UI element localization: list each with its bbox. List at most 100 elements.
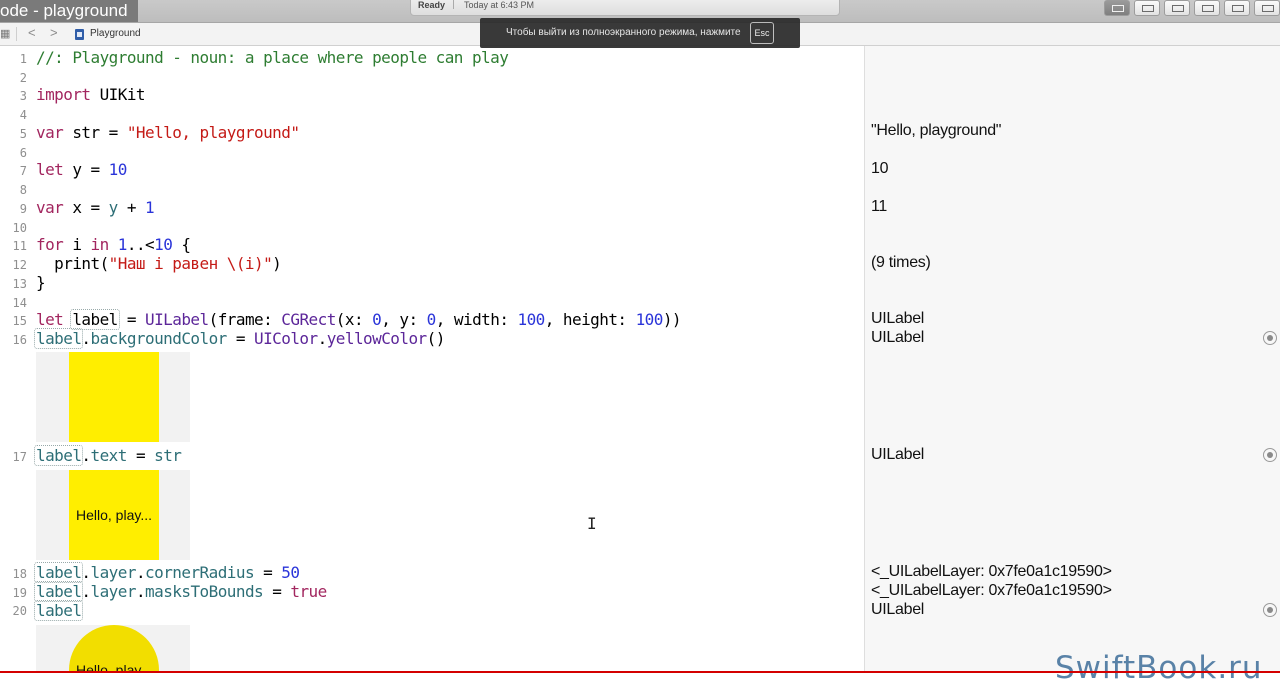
jump-bar-file-label[interactable]: Playground — [90, 28, 141, 39]
code-text: { — [172, 235, 191, 254]
code-line-1[interactable]: //: Playground - noun: a place where peo… — [36, 48, 509, 67]
result-value: "Hello, playground" — [871, 122, 1002, 139]
standard-editor-icon — [1112, 5, 1124, 12]
line-number: 18 — [12, 567, 27, 581]
result-value: 11 — [871, 198, 888, 215]
code-text: = — [263, 582, 291, 601]
line-number: 11 — [12, 239, 27, 253]
code-text: . — [135, 563, 146, 582]
result-value: (9 times) — [871, 254, 931, 271]
text-cursor-icon: I — [587, 514, 597, 533]
inline-result-preview[interactable] — [36, 352, 190, 442]
playground-file-icon — [75, 29, 84, 40]
navigator-toggle-button[interactable] — [1194, 0, 1220, 16]
line-number: 1 — [19, 52, 27, 66]
inline-result-preview[interactable]: Hello, play... — [36, 470, 190, 560]
code-text: + — [117, 198, 146, 217]
code-line-17[interactable]: label.text = str — [34, 445, 182, 466]
code-text: y = — [63, 160, 109, 179]
code-text: )) — [662, 310, 682, 329]
quicklook-icon[interactable] — [1263, 603, 1277, 617]
code-text: , y: — [381, 310, 427, 329]
type-name: UIColor — [254, 329, 318, 348]
code-text: (frame: — [208, 310, 282, 329]
number-literal: 1 — [145, 198, 155, 217]
activity-separator — [453, 0, 454, 9]
back-button[interactable]: < — [28, 26, 36, 40]
code-editor[interactable]: 1 2 3 4 5 6 7 8 9 10 11 12 13 14 15 16 1… — [0, 46, 864, 673]
code-line-18[interactable]: label.layer.cornerRadius = 50 — [34, 562, 300, 583]
code-text: = — [254, 563, 282, 582]
line-number: 5 — [19, 127, 27, 141]
number-literal: 10 — [154, 235, 173, 254]
result-value: UILabel — [871, 446, 925, 463]
result-value: UILabel — [871, 601, 925, 618]
line-number: 2 — [19, 71, 27, 85]
variable-label[interactable]: label — [34, 600, 84, 621]
standard-editor-button[interactable] — [1104, 0, 1130, 16]
yellow-label-text-preview: Hello, play... — [69, 470, 159, 560]
variable-label[interactable]: label — [34, 328, 84, 349]
property-name: backgroundColor — [90, 329, 228, 348]
code-line-11[interactable]: for i in 1..<10 { — [36, 235, 191, 254]
code-line-9[interactable]: var x = y + 1 — [36, 198, 155, 217]
results-sidebar: "Hello, playground" 10 11 (9 times) UILa… — [864, 46, 1280, 673]
variable-label[interactable]: label — [34, 581, 84, 602]
comment: //: Playground - noun: a place where peo… — [36, 48, 509, 67]
yellow-label-preview — [69, 352, 159, 442]
code-text: i — [63, 235, 91, 254]
activity-viewer: Ready Today at 6:43 PM — [410, 0, 840, 16]
version-editor-icon — [1172, 5, 1184, 12]
inline-result-preview[interactable]: Hello, play... — [36, 625, 190, 673]
code-line-20[interactable]: label — [34, 600, 84, 621]
property-name: layer — [90, 563, 137, 582]
assistant-editor-button[interactable] — [1134, 0, 1160, 16]
number-literal: 0 — [426, 310, 437, 329]
number-literal: 50 — [281, 563, 300, 582]
code-line-5[interactable]: var str = "Hello, playground" — [36, 123, 300, 142]
line-number: 13 — [12, 277, 27, 291]
property-name: text — [90, 446, 128, 465]
code-line-15[interactable]: let label = UILabel(frame: CGRect(x: 0, … — [36, 309, 682, 330]
code-line-7[interactable]: let y = 10 — [36, 160, 127, 179]
variable-ref: str — [154, 446, 182, 465]
line-number: 20 — [12, 604, 27, 618]
code-text: () — [426, 329, 446, 348]
code-text: . — [81, 329, 91, 348]
keyword: for — [36, 235, 64, 254]
keyword: var — [36, 123, 64, 142]
activity-time: Today at 6:43 PM — [464, 0, 535, 10]
variable-label[interactable]: label — [70, 309, 120, 330]
number-literal: 100 — [517, 310, 545, 329]
utilities-toggle-button[interactable] — [1254, 0, 1280, 16]
line-number: 19 — [12, 586, 27, 600]
debug-toggle-button[interactable] — [1224, 0, 1250, 16]
quicklook-icon[interactable] — [1263, 448, 1277, 462]
version-editor-button[interactable] — [1164, 0, 1190, 16]
toast-message: Чтобы выйти из полноэкранного режима, на… — [506, 27, 741, 38]
quicklook-icon[interactable] — [1263, 331, 1277, 345]
esc-key-badge: Esc — [750, 22, 774, 44]
code-line-13[interactable]: } — [36, 273, 46, 292]
number-literal: 100 — [635, 310, 664, 329]
yellow-circle-label-preview: Hello, play... — [69, 625, 159, 673]
variable-label[interactable]: label — [34, 445, 84, 466]
code-line-19[interactable]: label.layer.masksToBounds = true — [34, 581, 327, 602]
assistant-editor-icon — [1142, 5, 1154, 12]
navigator-panel-icon — [1202, 5, 1214, 12]
related-items-grid-icon[interactable]: ▦ — [0, 29, 10, 40]
variable-label[interactable]: label — [34, 562, 84, 583]
result-value: 10 — [871, 160, 889, 177]
code-line-12[interactable]: print("Наш i равен \(i)") — [36, 254, 282, 273]
code-text: = — [226, 329, 255, 348]
keyword: var — [36, 198, 64, 217]
forward-button[interactable]: > — [50, 26, 58, 40]
property-name: layer — [90, 582, 137, 601]
code-line-16[interactable]: label.backgroundColor = UIColor.yellowCo… — [34, 328, 446, 349]
number-literal: 0 — [372, 310, 382, 329]
line-number: 8 — [19, 183, 27, 197]
line-number: 9 — [19, 202, 27, 216]
jump-bar-divider — [16, 27, 17, 41]
code-text: str = — [63, 123, 127, 142]
code-line-3[interactable]: import UIKit — [36, 85, 146, 104]
